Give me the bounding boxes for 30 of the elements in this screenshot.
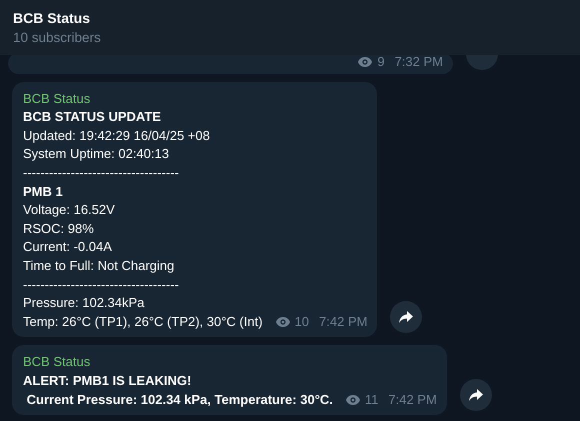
view-count: 9: [377, 55, 385, 71]
subscriber-count: 10 subscribers: [13, 30, 102, 45]
view-count: 10: [294, 312, 310, 331]
message-time: 7:42 PM: [319, 312, 368, 331]
message-line: Current: -0.04A: [23, 238, 113, 256]
message-line: Temp: 26°C (TP1), 26°C (TP2), 30°C (Int): [23, 312, 263, 331]
eye-icon: [344, 394, 361, 406]
message-time: 7:42 PM: [388, 390, 437, 408]
message-line: PMB 1: [23, 182, 64, 201]
message-line: Voltage: 16.52V: [23, 201, 116, 220]
message-line: Pressure: 102.34kPa: [23, 294, 146, 312]
share-arrow-icon: [468, 388, 484, 402]
message-line: System Uptime: 02:40:13: [23, 145, 170, 164]
message-line: ------------------------------------: [23, 164, 180, 182]
message-line: ------------------------------------: [23, 276, 180, 294]
message-line: Current Pressure: 102.34 kPa, Temperature: 30°C.: [26, 390, 333, 409]
message-time: 7:32 PM: [394, 55, 443, 71]
message-line: Time to Full: Not Charging: [23, 256, 176, 275]
forward-button[interactable]: [390, 301, 422, 334]
eye-icon: [274, 316, 291, 328]
channel-title: BCB Status: [13, 10, 92, 26]
message-line: BCB STATUS UPDATE: [23, 108, 162, 126]
message-line: ALERT: PMB1 IS LEAKING!: [23, 372, 192, 390]
sender-name: BCB Status: [23, 353, 92, 372]
message-line: RSOC: 98%: [23, 220, 95, 238]
forward-button[interactable]: [460, 379, 492, 412]
view-count: 11: [364, 390, 378, 408]
sender-name: BCB Status: [23, 90, 92, 108]
share-arrow-icon: [398, 310, 414, 324]
message-line: Updated: 19:42:29 16/04/25 +08: [23, 126, 211, 145]
